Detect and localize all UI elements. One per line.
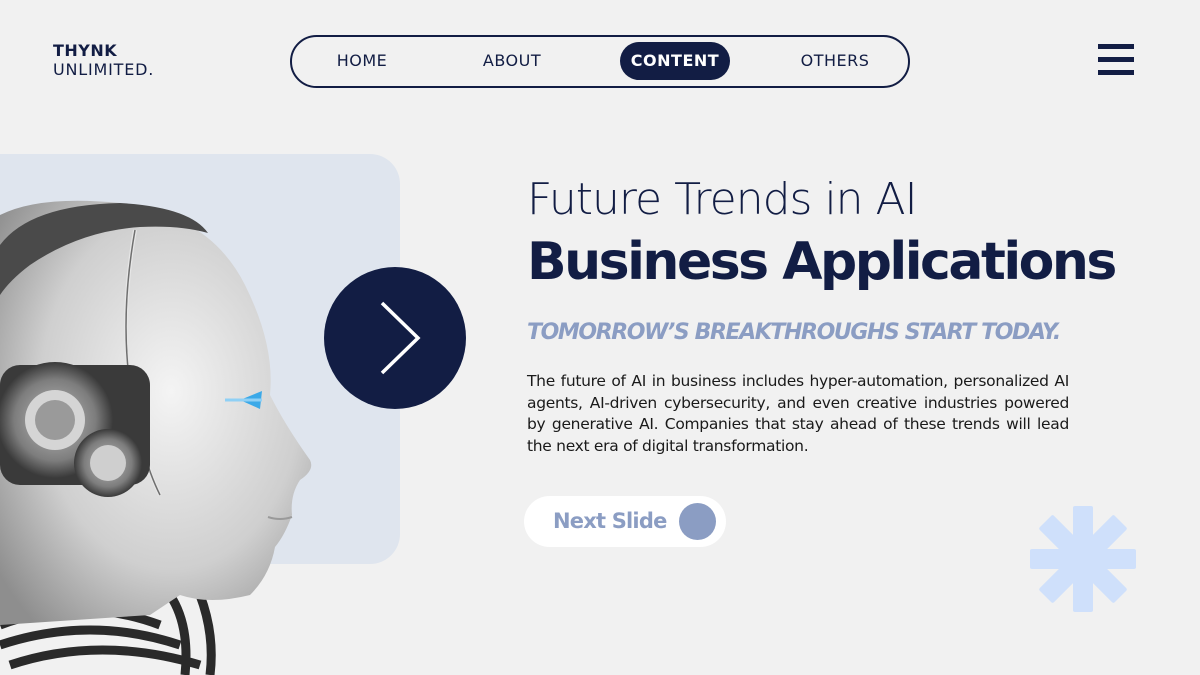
next-slide-label: Next Slide <box>553 509 667 533</box>
title-line-1: Future Trends in AI <box>527 174 918 225</box>
title-line-2: Business Applications <box>527 232 1117 292</box>
asterisk-icon <box>1030 506 1136 612</box>
brand-name-line2: UNLIMITED. <box>53 60 155 79</box>
nav-item-home[interactable]: HOME <box>312 42 412 80</box>
nav-item-others[interactable]: OTHERS <box>785 42 885 80</box>
body-paragraph: The future of AI in business includes hy… <box>527 372 1069 455</box>
next-arrow-button[interactable] <box>324 267 466 409</box>
chevron-right-icon <box>380 301 421 375</box>
brand-logo[interactable]: THYNK UNLIMITED. <box>53 41 154 79</box>
top-nav: HOME ABOUT CONTENT OTHERS <box>290 35 910 88</box>
robot-head-image <box>0 200 312 675</box>
nav-item-content[interactable]: CONTENT <box>620 42 730 80</box>
tagline: TOMORROW’S BREAKTHROUGHS START TODAY. <box>527 320 1061 345</box>
hamburger-menu-icon[interactable] <box>1098 44 1134 76</box>
button-dot-icon <box>679 503 716 540</box>
next-slide-button[interactable]: Next Slide <box>524 496 726 547</box>
brand-name-line1: THYNK <box>53 41 118 60</box>
nav-item-about[interactable]: ABOUT <box>462 42 562 80</box>
